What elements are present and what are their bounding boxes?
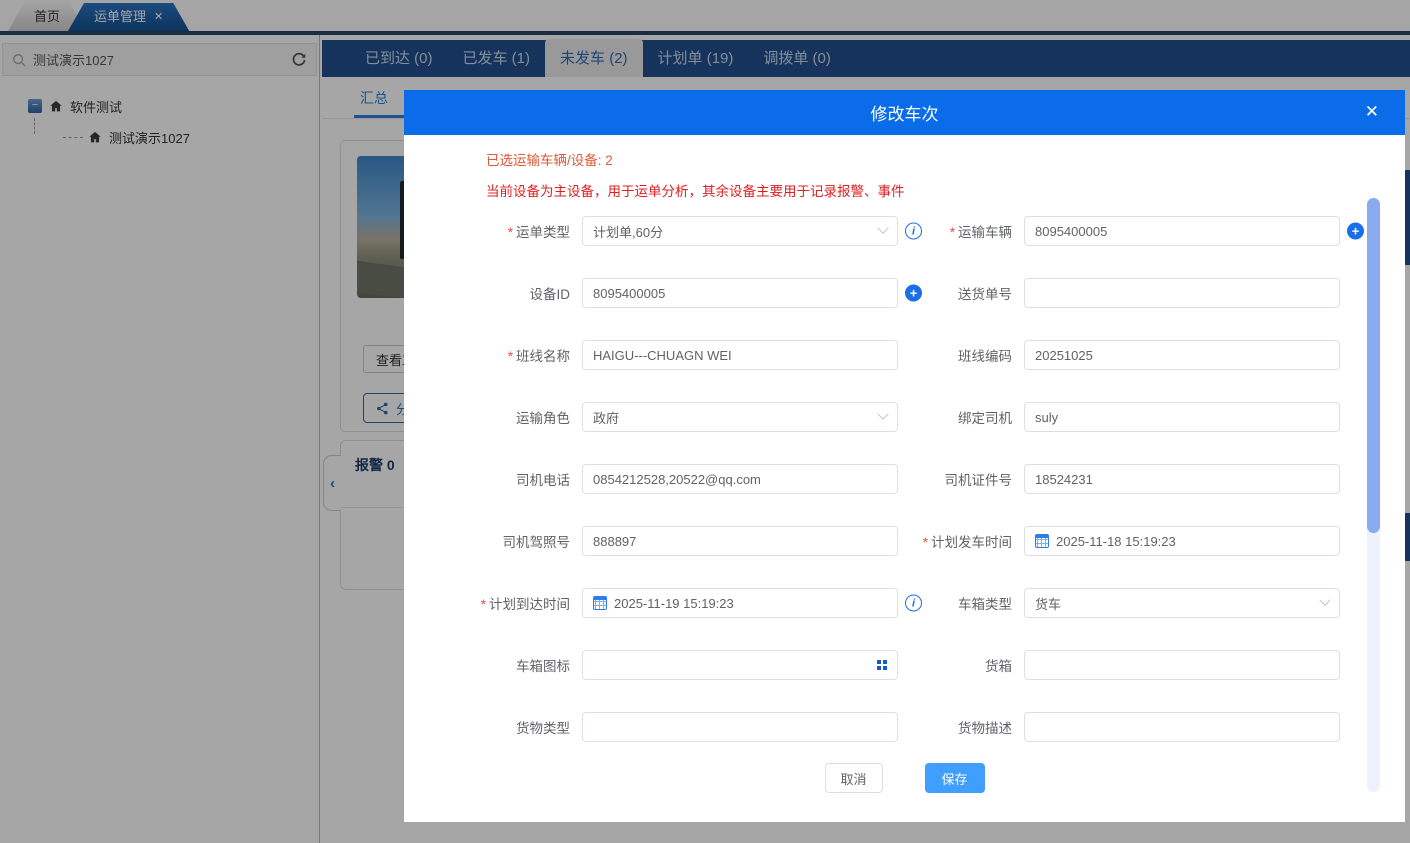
trip-form: *运单类型计划单,60分i*运输车辆8095400005+设备ID8095400… (424, 216, 1405, 742)
planned-arrival-time-value: 2025-11-19 15:19:23 (614, 596, 887, 611)
driver-license-no-label: 司机驾照号 (424, 531, 570, 551)
transport-role-select[interactable]: 政府 (582, 402, 898, 432)
carriage-type-value: 货车 (1035, 594, 1314, 613)
cargo-box-label: 货箱 (910, 655, 1012, 675)
carriage-icon-label: 车箱图标 (424, 655, 570, 675)
route-code-field-wrap: 20251025 (1024, 340, 1340, 370)
planned-departure-time-field-wrap: 2025-11-18 15:19:23 (1024, 526, 1340, 556)
transport-role-label: 运输角色 (424, 407, 570, 427)
calendar-icon (593, 596, 607, 610)
add-icon[interactable]: + (905, 285, 922, 302)
chevron-down-icon (1319, 595, 1330, 606)
cargo-desc-input[interactable] (1024, 712, 1340, 742)
carriage-icon-input[interactable] (582, 650, 898, 680)
transport-role-value: 政府 (593, 408, 872, 427)
required-mark: * (923, 535, 928, 550)
planned-arrival-time-field-wrap: 2025-11-19 15:19:23i (582, 588, 898, 618)
route-code-input[interactable]: 20251025 (1024, 340, 1340, 370)
cargo-type-input[interactable] (582, 712, 898, 742)
planned-departure-time-date[interactable]: 2025-11-18 15:19:23 (1024, 526, 1340, 556)
planned-departure-time-value: 2025-11-18 15:19:23 (1056, 534, 1329, 549)
chevron-down-icon (877, 409, 888, 420)
required-mark: * (950, 225, 955, 240)
planned-arrival-time-label: *计划到达时间 (424, 593, 570, 613)
carriage-type-select[interactable]: 货车 (1024, 588, 1340, 618)
waybill-type-label: *运单类型 (424, 221, 570, 241)
driver-id-no-value: 18524231 (1035, 472, 1329, 487)
calendar-icon (1035, 534, 1049, 548)
chevron-down-icon (877, 223, 888, 234)
grid-picker-icon[interactable] (877, 660, 887, 670)
transport-role-field-wrap: 政府 (582, 402, 898, 432)
transport-vehicle-field-wrap: 8095400005+ (1024, 216, 1340, 246)
waybill-type-value: 计划单,60分 (593, 222, 872, 241)
bound-driver-field-wrap: suly (1024, 402, 1340, 432)
driver-phone-field-wrap: 0854212528,20522@qq.com (582, 464, 898, 494)
driver-phone-input[interactable]: 0854212528,20522@qq.com (582, 464, 898, 494)
driver-license-no-value: 888897 (593, 534, 887, 549)
app-screen: 首页 运单管理 ✕ − 软件测试 (0, 0, 1410, 843)
scrollbar-thumb[interactable] (1367, 198, 1380, 533)
waybill-type-field-wrap: 计划单,60分i (582, 216, 898, 246)
modal-header: 修改车次 ✕ (404, 90, 1405, 135)
device-id-label: 设备ID (424, 283, 570, 303)
waybill-type-select[interactable]: 计划单,60分 (582, 216, 898, 246)
driver-license-no-input[interactable]: 888897 (582, 526, 898, 556)
cargo-type-label: 货物类型 (424, 717, 570, 737)
bound-driver-input[interactable]: suly (1024, 402, 1340, 432)
edit-trip-modal: 修改车次 ✕ 已选运输车辆/设备: 2 当前设备为主设备，用于运单分析，其余设备… (404, 90, 1405, 822)
modal-body: 已选运输车辆/设备: 2 当前设备为主设备，用于运单分析，其余设备主要用于记录报… (404, 135, 1405, 822)
info-icon[interactable]: i (905, 223, 922, 240)
route-name-input[interactable]: HAIGU---CHUAGN WEI (582, 340, 898, 370)
route-name-field-wrap: HAIGU---CHUAGN WEI (582, 340, 898, 370)
delivery-note-no-field-wrap (1024, 278, 1340, 308)
driver-id-no-input[interactable]: 18524231 (1024, 464, 1340, 494)
carriage-type-field-wrap: 货车 (1024, 588, 1340, 618)
route-name-label: *班线名称 (424, 345, 570, 365)
driver-license-no-field-wrap: 888897 (582, 526, 898, 556)
required-mark: * (508, 349, 513, 364)
required-mark: * (508, 225, 513, 240)
device-id-value: 8095400005 (593, 286, 887, 301)
add-icon[interactable]: + (1347, 223, 1364, 240)
close-icon[interactable]: ✕ (1365, 102, 1379, 122)
device-id-field-wrap: 8095400005+ (582, 278, 898, 308)
route-name-value: HAIGU---CHUAGN WEI (593, 348, 887, 363)
modal-title: 修改车次 (871, 100, 939, 125)
planned-arrival-time-date[interactable]: 2025-11-19 15:19:23 (582, 588, 898, 618)
cargo-type-field-wrap (582, 712, 898, 742)
route-code-label: 班线编码 (910, 345, 1012, 365)
driver-phone-label: 司机电话 (424, 469, 570, 489)
planned-departure-time-label: *计划发车时间 (910, 531, 1012, 551)
cargo-desc-label: 货物描述 (910, 717, 1012, 737)
required-mark: * (481, 597, 486, 612)
driver-id-no-label: 司机证件号 (910, 469, 1012, 489)
cargo-box-field-wrap (1024, 650, 1340, 680)
selected-devices-notice: 已选运输车辆/设备: 2 (486, 149, 1405, 169)
carriage-icon-field-wrap (582, 650, 898, 680)
transport-vehicle-label: *运输车辆 (910, 221, 1012, 241)
device-id-input[interactable]: 8095400005 (582, 278, 898, 308)
carriage-type-label: 车箱类型 (910, 593, 1012, 613)
driver-id-no-field-wrap: 18524231 (1024, 464, 1340, 494)
modal-buttons: 取消 保存 (404, 763, 1405, 793)
transport-vehicle-input[interactable]: 8095400005 (1024, 216, 1340, 246)
bound-driver-value: suly (1035, 410, 1329, 425)
cargo-desc-field-wrap (1024, 712, 1340, 742)
delivery-note-no-label: 送货单号 (910, 283, 1012, 303)
bound-driver-label: 绑定司机 (910, 407, 1012, 427)
modal-scrollbar[interactable] (1367, 198, 1380, 792)
save-button[interactable]: 保存 (925, 763, 985, 793)
transport-vehicle-value: 8095400005 (1035, 224, 1329, 239)
primary-device-notice: 当前设备为主设备，用于运单分析，其余设备主要用于记录报警、事件 (486, 180, 1405, 200)
info-icon[interactable]: i (905, 595, 922, 612)
delivery-note-no-input[interactable] (1024, 278, 1340, 308)
cancel-button[interactable]: 取消 (825, 763, 883, 793)
driver-phone-value: 0854212528,20522@qq.com (593, 472, 887, 487)
route-code-value: 20251025 (1035, 348, 1329, 363)
cargo-box-input[interactable] (1024, 650, 1340, 680)
